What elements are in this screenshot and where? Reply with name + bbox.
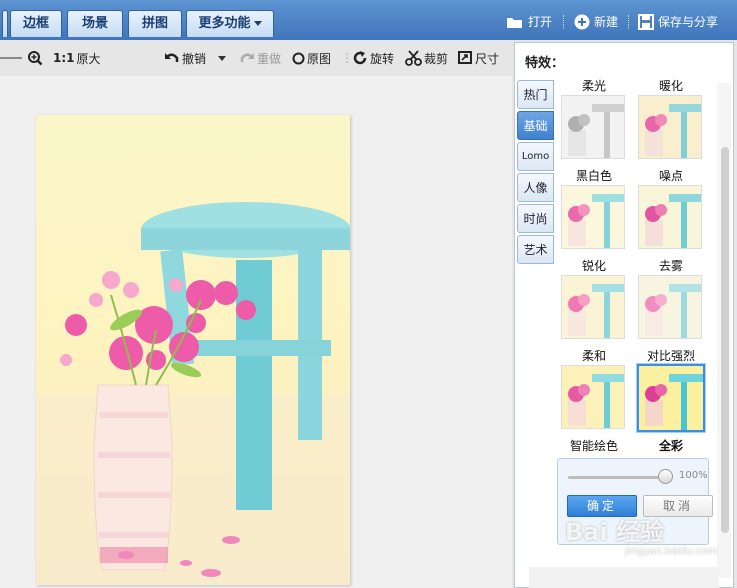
effect-label: 暖化 bbox=[658, 79, 683, 93]
thumb-image bbox=[562, 366, 624, 428]
plus-circle-icon bbox=[574, 14, 590, 30]
intensity-slider-knob[interactable] bbox=[658, 469, 673, 484]
category-portrait[interactable]: 人像 bbox=[517, 173, 554, 202]
effect-label: 柔和 bbox=[581, 349, 606, 363]
effect-thumb-warm[interactable] bbox=[638, 95, 702, 159]
effect-thumb-noise[interactable] bbox=[638, 185, 702, 249]
tab-scene-label: 场景 bbox=[81, 16, 108, 31]
original-image-button[interactable]: 原图 bbox=[292, 49, 331, 67]
tab-more-label: 更多功能 bbox=[198, 16, 251, 31]
crop-label: 裁剪 bbox=[424, 51, 449, 66]
photo-flowers-stool bbox=[36, 115, 350, 585]
folder-icon bbox=[507, 18, 522, 28]
category-fashion[interactable]: 时尚 bbox=[517, 204, 554, 233]
intensity-value: 100% bbox=[679, 470, 708, 481]
zoom-ratio: 1:1 bbox=[53, 51, 75, 65]
effect-label: 柔光 bbox=[581, 79, 606, 93]
size-button[interactable]: 尺寸 bbox=[458, 49, 499, 67]
crop-button[interactable]: 裁剪 bbox=[405, 49, 448, 67]
category-label: 人像 bbox=[523, 181, 548, 195]
rotate-label: 旋转 bbox=[370, 51, 395, 66]
rotate-button[interactable]: 旋转 bbox=[352, 49, 394, 67]
circle-icon bbox=[292, 52, 305, 64]
category-basic[interactable]: 基础 bbox=[517, 111, 554, 140]
divider bbox=[628, 15, 629, 29]
redo-button[interactable]: 重做 bbox=[239, 49, 281, 67]
original-size-label: 原大 bbox=[76, 51, 101, 66]
panel-scrollbar-thumb[interactable] bbox=[721, 147, 729, 533]
divider bbox=[563, 15, 564, 29]
effect-label: 噪点 bbox=[658, 169, 683, 183]
tab-border-label: 边框 bbox=[22, 16, 49, 31]
original-image-label: 原图 bbox=[307, 51, 332, 66]
undo-button[interactable]: 撤销 bbox=[164, 49, 227, 67]
effect-thumb-soft-light[interactable] bbox=[561, 95, 625, 159]
effect-thumb-dehaze[interactable] bbox=[638, 275, 702, 339]
panel-title: 特效： bbox=[525, 56, 565, 71]
watermark-url: jingyan.baidu.com bbox=[625, 546, 718, 557]
category-label: 基础 bbox=[523, 119, 548, 133]
undo-dropdown-icon[interactable] bbox=[218, 55, 227, 61]
redo-label: 重做 bbox=[257, 51, 282, 66]
effect-label: 锐化 bbox=[581, 259, 606, 273]
category-hot[interactable]: 热门 bbox=[517, 80, 554, 109]
thumb-image bbox=[639, 96, 701, 158]
effect-thumb-soft[interactable] bbox=[561, 365, 625, 429]
thumb-image bbox=[562, 276, 624, 338]
edited-photo[interactable] bbox=[36, 115, 350, 585]
zoom-in-button[interactable] bbox=[27, 49, 43, 67]
open-button[interactable]: 打开 bbox=[506, 12, 552, 32]
open-label: 打开 bbox=[528, 15, 553, 29]
effect-thumb-high-contrast[interactable] bbox=[637, 364, 705, 432]
effect-label: 对比强烈 bbox=[646, 349, 695, 363]
category-art[interactable]: 艺术 bbox=[517, 235, 554, 264]
save-share-label: 保存与分享 bbox=[658, 15, 719, 29]
new-button[interactable]: 新建 bbox=[574, 12, 618, 32]
thumb-image bbox=[639, 366, 703, 430]
watermark-text: Bai 经验 bbox=[565, 518, 665, 546]
save-icon bbox=[638, 14, 654, 30]
undo-icon bbox=[165, 53, 179, 62]
resize-icon bbox=[458, 51, 472, 64]
scissors-icon bbox=[405, 50, 422, 66]
baidu-watermark: Bai 经验 jingyan.baidu.com bbox=[565, 512, 718, 572]
new-label: 新建 bbox=[594, 15, 619, 29]
category-lomo[interactable]: Lomo bbox=[517, 142, 554, 171]
rotate-icon bbox=[353, 51, 367, 65]
tab-border[interactable]: 边框 bbox=[10, 10, 62, 37]
effects-panel: 特效： 热门 基础 Lomo 人像 时尚 艺术 柔光 暖化 黑白色 噪点 锐化 … bbox=[514, 42, 734, 588]
category-label: 热门 bbox=[523, 88, 548, 102]
category-label: 艺术 bbox=[523, 243, 548, 257]
effect-label: 全彩 bbox=[658, 439, 683, 453]
tab-more-functions[interactable]: 更多功能 bbox=[186, 10, 274, 37]
undo-label: 撤销 bbox=[182, 51, 207, 66]
effect-label: 黑白色 bbox=[575, 169, 612, 183]
tab-partial[interactable] bbox=[2, 10, 8, 37]
category-label: Lomo bbox=[521, 151, 550, 162]
chevron-down-icon bbox=[253, 21, 262, 26]
original-size-button[interactable]: 1:1 原大 bbox=[53, 49, 101, 67]
size-label: 尺寸 bbox=[475, 51, 500, 66]
effect-thumb-black-white[interactable] bbox=[561, 185, 625, 249]
effect-thumb-sharpen[interactable] bbox=[561, 275, 625, 339]
zoom-slider-track[interactable] bbox=[0, 57, 22, 59]
thumb-image bbox=[639, 186, 701, 248]
edit-toolbar: 1:1 原大 撤销 重做 原图 ⋮ 旋转 裁剪 尺寸 bbox=[0, 40, 512, 76]
effect-label: 去雾 bbox=[658, 259, 683, 273]
intensity-slider-track[interactable] bbox=[568, 476, 666, 479]
tab-scene[interactable]: 场景 bbox=[67, 10, 123, 37]
zoom-slider-stub[interactable] bbox=[0, 49, 22, 67]
redo-icon bbox=[240, 53, 254, 62]
zoom-in-icon bbox=[28, 51, 43, 66]
effect-label: 智能绘色 bbox=[569, 439, 618, 453]
thumb-image bbox=[562, 186, 624, 248]
tab-collage[interactable]: 拼图 bbox=[128, 10, 182, 37]
thumb-image bbox=[639, 276, 701, 338]
save-share-button[interactable]: 保存与分享 bbox=[638, 12, 718, 32]
category-label: 时尚 bbox=[523, 212, 548, 226]
thumb-image bbox=[562, 96, 624, 158]
tab-collage-label: 拼图 bbox=[141, 16, 168, 31]
